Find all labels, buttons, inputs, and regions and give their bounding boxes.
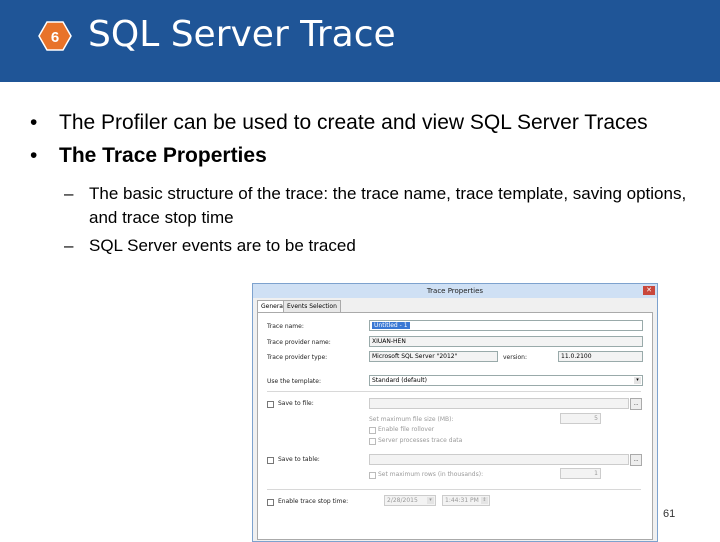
provider-type-label: Trace provider type: <box>267 354 328 361</box>
stop-date-value: 2/28/2015 <box>387 497 418 504</box>
max-file-size-label: Set maximum file size (MB): <box>369 416 454 423</box>
divider <box>267 391 641 392</box>
stop-time-value: 1:44:31 PM <box>445 497 479 504</box>
stop-time-checkbox[interactable] <box>267 499 274 506</box>
enable-rollover-checkbox <box>369 427 376 434</box>
stop-date-picker: 2/28/2015 ▾ <box>384 495 436 506</box>
slide-number-badge: 6 <box>38 21 72 51</box>
server-processes-label: Server processes trace data <box>378 437 463 444</box>
server-processes-checkbox <box>369 438 376 445</box>
sub-bullet-structure: – The basic structure of the trace: the … <box>30 182 690 230</box>
slide-title: SQL Server Trace <box>88 14 396 55</box>
sub-bullet-marker: – <box>64 236 74 255</box>
trace-name-input[interactable]: Untitled - 1 <box>369 320 643 331</box>
template-value: Standard (default) <box>372 377 427 384</box>
version-field: 11.0.2100 <box>558 351 643 362</box>
chevron-down-icon: ▾ <box>427 497 434 504</box>
bullet-marker: • <box>30 111 38 134</box>
slide-body: • The Profiler can be used to create and… <box>30 108 690 258</box>
version-label: version: <box>503 354 527 361</box>
template-label: Use the template: <box>267 378 321 385</box>
sub-bullet-text: The basic structure of the trace: the tr… <box>89 184 687 227</box>
stop-time-label: Enable trace stop time: <box>278 498 349 505</box>
bullet-marker: • <box>30 144 38 167</box>
slide-number-text: 6 <box>51 29 59 46</box>
provider-name-field: XIUAN-HEN <box>369 336 643 347</box>
provider-type-field: Microsoft SQL Server "2012" <box>369 351 498 362</box>
slide-header: 6 SQL Server Trace <box>0 0 720 82</box>
save-to-file-path <box>369 398 629 409</box>
provider-name-label: Trace provider name: <box>267 339 331 346</box>
browse-table-button[interactable]: ... <box>630 454 642 466</box>
save-to-file-label: Save to file: <box>278 400 314 407</box>
max-rows-input: 1 <box>560 468 601 479</box>
save-to-table-label: Save to table: <box>278 456 320 463</box>
max-rows-label: Set maximum rows (in thousands): <box>378 471 484 478</box>
close-button[interactable]: ✕ <box>643 286 655 295</box>
bullet-profiler: • The Profiler can be used to create and… <box>30 108 690 137</box>
trace-name-value: Untitled - 1 <box>372 322 410 329</box>
divider <box>267 489 641 490</box>
trace-properties-dialog: Trace Properties ✕ General Events Select… <box>252 283 658 542</box>
page-number: 61 <box>663 508 676 520</box>
stop-time-picker: 1:44:31 PM ⇕ <box>442 495 490 506</box>
sub-bullet-events: – SQL Server events are to be traced <box>30 234 690 258</box>
bullet-text: The Profiler can be used to create and v… <box>59 111 648 134</box>
general-panel: Trace name: Untitled - 1 Trace provider … <box>257 312 653 540</box>
dialog-title: Trace Properties <box>426 287 484 295</box>
max-rows-checkbox <box>369 472 376 479</box>
save-to-table-checkbox[interactable] <box>267 457 274 464</box>
bullet-text: The Trace Properties <box>59 144 267 167</box>
enable-rollover-label: Enable file rollover <box>378 426 435 433</box>
save-to-file-checkbox[interactable] <box>267 401 274 408</box>
sub-bullet-marker: – <box>64 184 74 203</box>
dialog-titlebar: Trace Properties ✕ <box>253 284 657 298</box>
trace-name-label: Trace name: <box>267 323 304 330</box>
sub-bullet-text: SQL Server events are to be traced <box>89 236 356 255</box>
max-file-size-input: 5 <box>560 413 601 424</box>
template-select[interactable]: Standard (default) ▾ <box>369 375 643 386</box>
bullet-trace-properties: • The Trace Properties <box>30 141 690 170</box>
save-to-table-name <box>369 454 629 465</box>
chevron-down-icon: ▾ <box>634 377 641 384</box>
spinner-icon: ⇕ <box>481 497 488 504</box>
browse-file-button[interactable]: ... <box>630 398 642 410</box>
